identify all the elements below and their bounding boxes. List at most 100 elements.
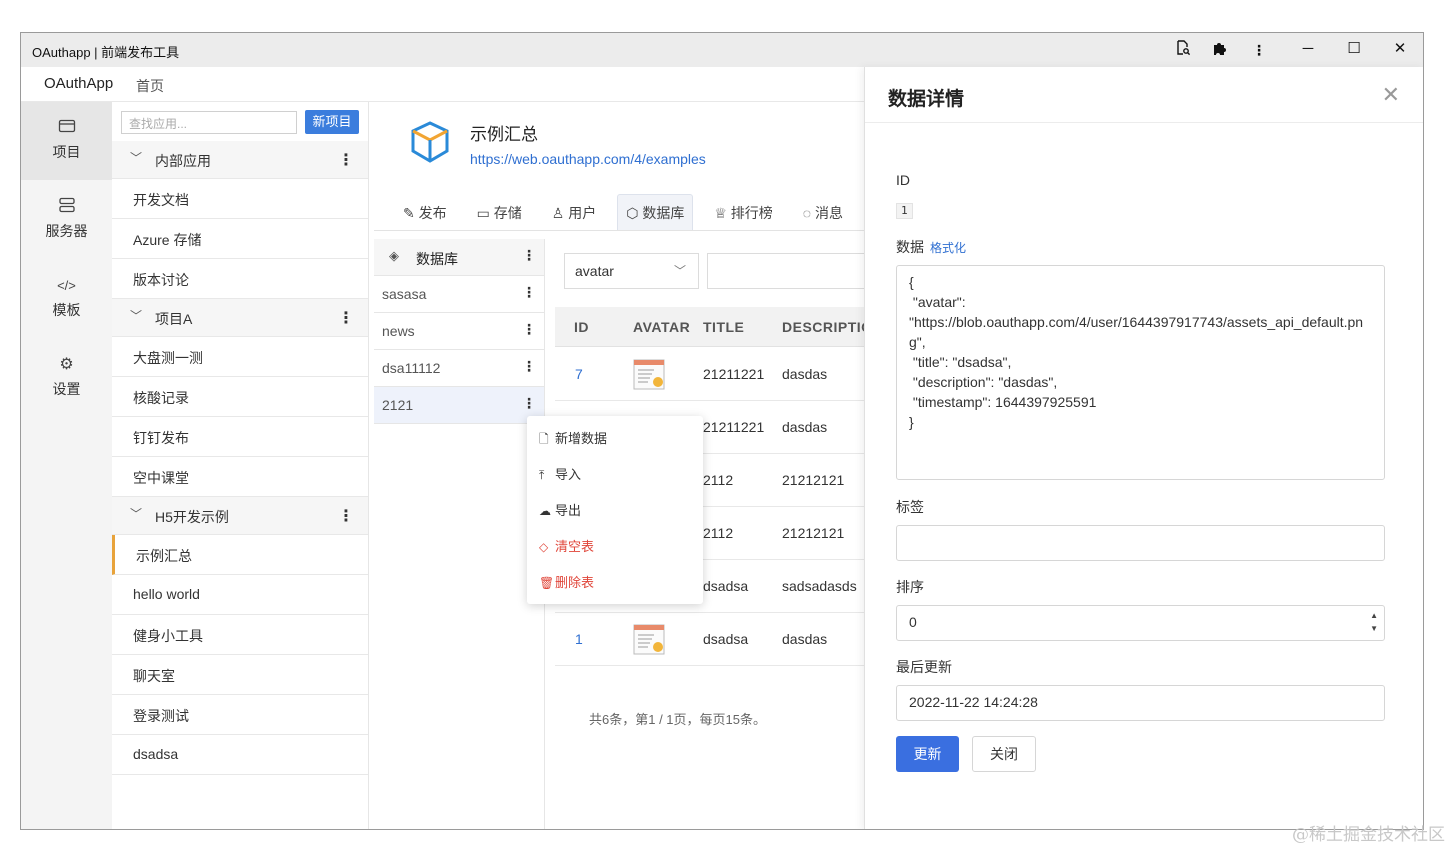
list-item[interactable]: 开发文档 [112, 179, 368, 219]
group-internal[interactable]: ﹀ 内部应用 ⋮ [112, 141, 368, 179]
tab-database[interactable]: ⬡ 数据库 [617, 194, 694, 230]
nav-templates[interactable]: </> 模板 [21, 260, 112, 338]
home-link[interactable]: 首页 [136, 76, 164, 96]
table-row[interactable]: 1 dsadsa dasdas [555, 613, 864, 666]
sort-value: 0 [909, 614, 917, 630]
nav-settings[interactable]: ⚙ 设置 [21, 339, 112, 417]
list-item[interactable]: 健身小工具 [112, 615, 368, 655]
storage-icon: ▭ [476, 205, 494, 221]
edit-icon: ✎ [403, 205, 419, 221]
list-item[interactable]: 大盘测一测 [112, 337, 368, 377]
extension-icon[interactable] [1209, 40, 1229, 60]
more-vert-icon[interactable]: ⋮ [1249, 40, 1269, 60]
group-h5[interactable]: ﹀ H5开发示例 ⋮ [112, 497, 368, 535]
file-add-icon: 🗋 [539, 432, 549, 446]
chevron-down-icon: ﹀ [130, 151, 143, 165]
tab-publish[interactable]: ✎ 发布 [394, 194, 456, 230]
list-item[interactable]: 核酸记录 [112, 377, 368, 417]
format-link[interactable]: 格式化 [930, 241, 966, 255]
data-label-row: 数据 格式化 [896, 237, 966, 257]
close-icon[interactable]: ✕ [1382, 82, 1400, 108]
search-input[interactable]: 查找应用... [121, 111, 297, 134]
list-item[interactable]: Azure 存储 [112, 219, 368, 259]
row-id[interactable]: 7 [575, 366, 583, 382]
sort-input[interactable]: 0 ▲ ▼ [896, 605, 1385, 641]
database-item[interactable]: sasasa ⋮ [374, 276, 544, 313]
list-item-label: 核酸记录 [133, 390, 189, 406]
query-input[interactable] [707, 253, 867, 289]
list-item[interactable]: 钉钉发布 [112, 417, 368, 457]
list-item-selected[interactable]: 示例汇总 [112, 535, 368, 575]
list-item[interactable]: 空中课堂 [112, 457, 368, 497]
tab-users[interactable]: ♙ 用户 [543, 194, 605, 230]
more-vert-icon[interactable]: ⋮ [522, 358, 536, 375]
tab-leaderboard[interactable]: ♕ 排行榜 [705, 194, 781, 230]
table-row[interactable]: 7 21211221 dasdas [555, 348, 864, 401]
menu-item-clear-table[interactable]: ◇ 清空表 [539, 536, 594, 555]
sort-label: 排序 [896, 579, 924, 595]
more-vert-icon[interactable]: ⋮ [338, 308, 354, 328]
updated-input[interactable]: 2022-11-22 14:24:28 [896, 685, 1385, 721]
panel-title: 数据详情 [888, 89, 965, 110]
list-item[interactable]: 聊天室 [112, 655, 368, 695]
list-item[interactable]: hello world [112, 575, 368, 615]
avatar-image-icon [633, 358, 666, 391]
more-vert-icon[interactable]: ⋮ [522, 395, 536, 412]
updated-label: 最后更新 [896, 659, 952, 675]
database-header-label: 数据库 [416, 251, 458, 267]
more-vert-icon[interactable]: ⋮ [522, 284, 536, 301]
nav-projects[interactable]: 项目 [21, 102, 112, 180]
spinner-arrows-icon[interactable]: ▲ ▼ [1370, 609, 1378, 635]
group-project-a[interactable]: ﹀ 项目A ⋮ [112, 299, 368, 337]
database-item[interactable]: news ⋮ [374, 313, 544, 350]
menu-item-delete-table[interactable]: 🗑删除表 [539, 572, 594, 591]
update-button[interactable]: 更新 [896, 736, 959, 772]
tab-label: 消息 [815, 205, 843, 221]
tab-messages[interactable]: ◌ 消息 [794, 194, 852, 230]
menu-item-export[interactable]: ☁ 导出 [539, 500, 581, 519]
pagination-info: 共6条，第1 / 1页，每页15条。 [589, 712, 766, 727]
maximize-button[interactable]: ☐ [1331, 35, 1377, 65]
close-button[interactable]: 关闭 [972, 736, 1036, 772]
list-item[interactable]: dsadsa [112, 735, 368, 775]
brand-link[interactable]: OAuthApp [44, 75, 113, 92]
row-id[interactable]: 1 [575, 631, 583, 647]
window-title: OAuthapp | 前端发布工具 [32, 45, 180, 60]
close-window-button[interactable]: ✕ [1377, 35, 1423, 65]
tab-label: 数据库 [642, 205, 685, 221]
menu-item-add-data[interactable]: 🗋 新增数据 [539, 428, 607, 451]
more-vert-icon[interactable]: ⋮ [338, 150, 354, 170]
app-url-link[interactable]: https://web.oauthapp.com/4/examples [470, 151, 706, 167]
tab-label: 排行榜 [730, 205, 773, 221]
row-description: 21212121 [782, 525, 845, 541]
list-item[interactable]: 版本讨论 [112, 259, 368, 299]
list-item[interactable]: 登录测试 [112, 695, 368, 735]
database-item-selected[interactable]: 2121 ⋮ [374, 387, 544, 424]
download-icon: ☁ [539, 504, 551, 518]
tags-input[interactable] [896, 525, 1385, 561]
database-item[interactable]: dsa11112 ⋮ [374, 350, 544, 387]
code-icon: </> [57, 278, 76, 293]
minimize-button[interactable]: ─ [1285, 35, 1331, 65]
app-list: 查找应用... 新项目 ﹀ 内部应用 ⋮ 开发文档 Azure 存储 版本讨论 … [112, 102, 369, 829]
tab-storage[interactable]: ▭ 存储 [468, 194, 531, 230]
new-project-button[interactable]: 新项目 [305, 110, 359, 134]
data-textarea[interactable]: { "avatar": "https://blob.oauthapp.com/4… [896, 265, 1385, 480]
app-window: OAuthapp | 前端发布工具 ⋮ ─ ☐ ✕ OAuthApp 首页 项目… [20, 32, 1424, 830]
nav-settings-label: 设置 [52, 381, 81, 397]
field-select[interactable]: avatar ﹀ [564, 253, 699, 289]
more-vert-icon[interactable]: ⋮ [522, 321, 536, 338]
row-title: 21211221 [703, 419, 765, 435]
group-label: H5开发示例 [155, 509, 229, 525]
menu-item-import[interactable]: ⤒ 导入 [539, 464, 581, 483]
more-vert-icon[interactable]: ⋮ [522, 247, 536, 264]
file-search-icon[interactable] [1173, 40, 1193, 60]
menu-item-label: 清空表 [555, 539, 595, 554]
list-item-label: hello world [133, 586, 200, 602]
message-icon: ◌ [802, 205, 815, 221]
more-vert-icon[interactable]: ⋮ [338, 506, 354, 526]
tabs-divider [374, 230, 864, 231]
nav-servers[interactable]: 服务器 [21, 181, 112, 259]
upload-icon: ⤒ [539, 468, 545, 482]
row-description: dasdas [782, 419, 828, 435]
